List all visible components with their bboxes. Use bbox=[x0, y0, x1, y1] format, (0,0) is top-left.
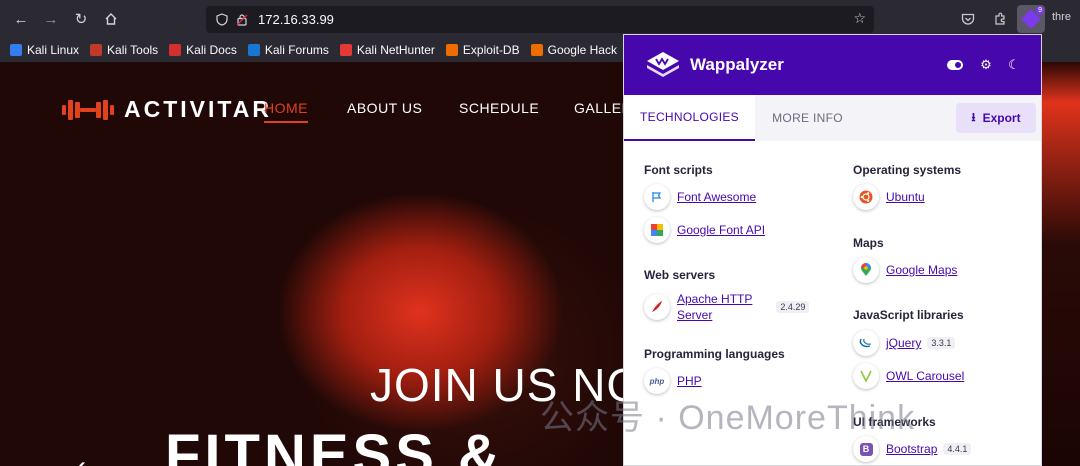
watermark-text: 公众号 · OneMoreThink bbox=[540, 399, 916, 437]
wappalyzer-title: Wappalyzer bbox=[690, 55, 784, 74]
tracking-shield-icon[interactable] bbox=[212, 10, 232, 30]
bookmark-google-hack[interactable]: Google Hack bbox=[530, 43, 617, 57]
kali-forums-icon bbox=[247, 44, 260, 56]
moon-icon[interactable]: ☾ bbox=[1006, 57, 1022, 73]
category-programming-languages: Programming languages bbox=[644, 347, 785, 361]
bootstrap-icon: B bbox=[853, 436, 879, 462]
toolbar-overflow-text[interactable]: thre bbox=[1052, 11, 1071, 23]
bookmark-kali-forums[interactable]: Kali Forums bbox=[247, 43, 329, 57]
tech-google-font-api[interactable]: Google Font API bbox=[644, 217, 765, 243]
tech-ubuntu[interactable]: Ubuntu bbox=[853, 184, 925, 210]
wappalyzer-extension-button[interactable]: 9 bbox=[1017, 5, 1045, 33]
bookmark-kali-linux[interactable]: Kali Linux bbox=[10, 43, 79, 57]
version-badge: 2.4.29 bbox=[776, 301, 810, 313]
jquery-icon bbox=[853, 330, 879, 356]
exploit-db-icon bbox=[445, 44, 458, 56]
dumbbell-icon bbox=[62, 98, 114, 122]
site-logo[interactable]: ACTIVITAR bbox=[62, 96, 272, 123]
google-font-icon bbox=[644, 217, 670, 243]
google-maps-pin-icon bbox=[853, 257, 879, 283]
site-brand-name: ACTIVITAR bbox=[124, 96, 272, 122]
bookmark-exploit-db[interactable]: Exploit-DB bbox=[445, 43, 520, 57]
bookmark-kali-docs[interactable]: Kali Docs bbox=[169, 43, 237, 57]
tech-owl-carousel[interactable]: OWL Carousel bbox=[853, 363, 964, 389]
category-operating-systems: Operating systems bbox=[853, 163, 962, 177]
pocket-icon[interactable] bbox=[956, 7, 980, 31]
hero-subheading: FITNESS & bbox=[165, 423, 504, 466]
extensions-puzzle-icon[interactable] bbox=[988, 7, 1012, 31]
category-web-servers: Web servers bbox=[644, 268, 716, 282]
kali-docs-icon bbox=[169, 44, 182, 56]
nav-about-us[interactable]: ABOUT US bbox=[347, 100, 422, 116]
tech-apache-http-server[interactable]: Apache HTTP Server 2.4.29 bbox=[644, 291, 810, 323]
toggle-switch[interactable] bbox=[947, 57, 963, 73]
nav-home[interactable]: HOME bbox=[264, 100, 308, 123]
font-awesome-flag-icon bbox=[644, 184, 670, 210]
extension-count-badge: 9 bbox=[1036, 6, 1044, 15]
bookmark-kali-nethunter[interactable]: Kali NetHunter bbox=[339, 43, 435, 57]
bookmark-star-icon[interactable]: ☆ bbox=[853, 10, 866, 27]
tech-google-maps[interactable]: Google Maps bbox=[853, 257, 957, 283]
address-bar[interactable]: 172.16.33.99 ☆ bbox=[206, 6, 874, 33]
category-font-scripts: Font scripts bbox=[644, 163, 713, 177]
version-badge: 3.3.1 bbox=[927, 337, 956, 349]
download-icon: ⭳ bbox=[971, 109, 976, 124]
back-arrow-icon[interactable]: ← bbox=[8, 6, 34, 32]
kali-tools-icon bbox=[90, 44, 103, 56]
ubuntu-icon bbox=[853, 184, 879, 210]
tech-jquery[interactable]: jQuery 3.3.1 bbox=[853, 330, 956, 356]
export-label: Export bbox=[982, 111, 1021, 125]
google-hack-icon bbox=[530, 44, 543, 56]
kali-dragon-icon bbox=[10, 44, 22, 56]
category-javascript-libraries: JavaScript libraries bbox=[853, 308, 964, 322]
nethunter-icon bbox=[339, 44, 352, 56]
nav-schedule[interactable]: SCHEDULE bbox=[459, 100, 539, 116]
home-icon[interactable] bbox=[98, 6, 124, 32]
apache-feather-icon bbox=[644, 294, 670, 320]
insecure-lock-icon[interactable] bbox=[232, 10, 252, 30]
export-button[interactable]: ⭳ Export bbox=[956, 103, 1036, 133]
wappalyzer-logo-icon bbox=[644, 49, 682, 81]
browser-toolbar: ← → ↻ 172.16.33.99 ☆ 9 thre bbox=[0, 0, 1080, 38]
category-maps: Maps bbox=[853, 236, 884, 250]
wappalyzer-header: Wappalyzer ⚙ ☾ bbox=[624, 35, 1041, 95]
tech-font-awesome[interactable]: Font Awesome bbox=[644, 184, 756, 210]
bookmark-kali-tools[interactable]: Kali Tools bbox=[90, 43, 158, 57]
owl-carousel-icon bbox=[853, 363, 879, 389]
forward-arrow-icon[interactable]: → bbox=[38, 6, 64, 32]
slider-prev-chevron-icon[interactable]: ‹ bbox=[76, 450, 86, 466]
gear-icon[interactable]: ⚙ bbox=[978, 57, 994, 73]
tab-more-info[interactable]: MORE INFO bbox=[755, 95, 860, 141]
wappalyzer-tabs: TECHNOLOGIES MORE INFO ⭳ Export bbox=[624, 95, 1041, 141]
reload-icon[interactable]: ↻ bbox=[68, 6, 94, 32]
version-badge: 4.4.1 bbox=[943, 443, 972, 455]
url-text[interactable]: 172.16.33.99 bbox=[258, 12, 334, 27]
tech-bootstrap[interactable]: B Bootstrap 4.4.1 bbox=[853, 436, 972, 462]
tab-technologies[interactable]: TECHNOLOGIES bbox=[624, 95, 755, 141]
